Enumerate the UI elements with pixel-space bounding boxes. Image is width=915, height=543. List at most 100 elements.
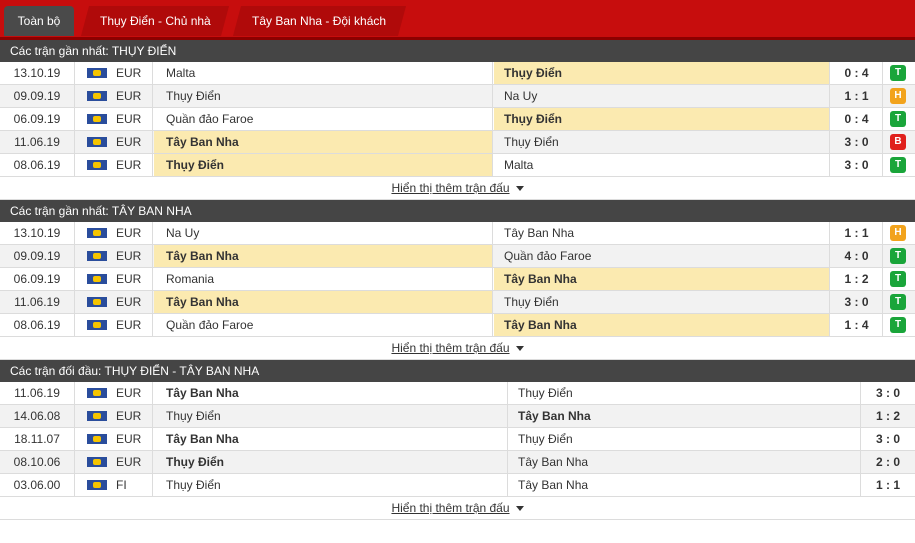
show-more-link[interactable]: Hiển thị thêm trận đấu [391, 181, 509, 195]
home-team[interactable]: Na Uy [154, 222, 493, 244]
match-score[interactable]: 4 : 0 [831, 245, 883, 267]
league-name: EUR [116, 226, 142, 240]
home-team[interactable]: Tây Ban Nha [154, 428, 508, 450]
match-score[interactable]: 1 : 4 [831, 314, 883, 336]
match-row[interactable]: 09.09.19 EUR Thụy Điển Na Uy 1 : 1 H [0, 85, 915, 108]
match-row[interactable]: 14.06.08 EUR Thụy Điển Tây Ban Nha 1 : 2 [0, 405, 915, 428]
away-team[interactable]: Thụy Điển [494, 62, 830, 84]
match-row[interactable]: 09.09.19 EUR Tây Ban Nha Quần đảo Faroe … [0, 245, 915, 268]
match-row[interactable]: 11.06.19 EUR Tây Ban Nha Thụy Điển 3 : 0… [0, 291, 915, 314]
result-badge: H [890, 88, 906, 104]
match-score[interactable]: 0 : 4 [831, 108, 883, 130]
match-row[interactable]: 08.10.06 EUR Thụy Điển Tây Ban Nha 2 : 0 [0, 451, 915, 474]
league-cell: EUR [75, 268, 153, 290]
match-date: 18.11.07 [0, 428, 75, 450]
result-cell: B [883, 131, 915, 153]
home-team[interactable]: Quần đảo Faroe [154, 108, 493, 130]
away-team[interactable]: Tây Ban Nha [494, 222, 830, 244]
away-team[interactable]: Quần đảo Faroe [494, 245, 830, 267]
home-team[interactable]: Thụy Điển [154, 405, 508, 427]
match-row[interactable]: 08.06.19 EUR Thụy Điển Malta 3 : 0 T [0, 154, 915, 177]
match-row[interactable]: 08.06.19 EUR Quần đảo Faroe Tây Ban Nha … [0, 314, 915, 337]
show-more-row: Hiển thị thêm trận đấu [0, 337, 915, 360]
match-date: 13.10.19 [0, 62, 75, 84]
match-score[interactable]: 2 : 0 [861, 451, 915, 473]
league-flag-icon [87, 457, 107, 467]
match-score[interactable]: 0 : 4 [831, 62, 883, 84]
league-name: EUR [116, 318, 142, 332]
away-team[interactable]: Thụy Điển [494, 108, 830, 130]
show-more-link[interactable]: Hiển thị thêm trận đấu [391, 501, 509, 515]
match-row[interactable]: 03.06.00 FI Thụy Điển Tây Ban Nha 1 : 1 [0, 474, 915, 497]
match-score[interactable]: 1 : 1 [831, 85, 883, 107]
match-score[interactable]: 3 : 0 [831, 291, 883, 313]
away-team[interactable]: Malta [494, 154, 830, 176]
result-cell: T [883, 108, 915, 130]
league-cell: EUR [75, 62, 153, 84]
show-more-link[interactable]: Hiển thị thêm trận đấu [391, 341, 509, 355]
away-team[interactable]: Tây Ban Nha [508, 474, 861, 496]
away-team[interactable]: Thụy Điển [508, 428, 861, 450]
result-badge: H [890, 225, 906, 241]
match-row[interactable]: 06.09.19 EUR Romania Tây Ban Nha 1 : 2 T [0, 268, 915, 291]
away-team[interactable]: Thụy Điển [494, 131, 830, 153]
league-cell: EUR [75, 131, 153, 153]
match-score[interactable]: 1 : 1 [831, 222, 883, 244]
tab-home-team-label: Thụy Điển - Chủ nhà [99, 14, 211, 28]
match-score[interactable]: 3 : 0 [861, 428, 915, 450]
home-team[interactable]: Tây Ban Nha [154, 291, 493, 313]
home-team[interactable]: Tây Ban Nha [154, 131, 493, 153]
match-date: 08.06.19 [0, 154, 75, 176]
match-row[interactable]: 11.06.19 EUR Tây Ban Nha Thụy Điển 3 : 0 [0, 382, 915, 405]
section-title: Các trận đối đầu: THỤY ĐIỂN - TÂY BAN NH… [0, 360, 915, 382]
result-cell: T [883, 314, 915, 336]
result-badge: T [890, 271, 906, 287]
home-team[interactable]: Romania [154, 268, 493, 290]
home-team[interactable]: Malta [154, 62, 493, 84]
league-name: EUR [116, 386, 142, 400]
result-cell: T [883, 62, 915, 84]
match-row[interactable]: 18.11.07 EUR Tây Ban Nha Thụy Điển 3 : 0 [0, 428, 915, 451]
home-team[interactable]: Thụy Điển [154, 451, 508, 473]
match-score[interactable]: 1 : 2 [861, 405, 915, 427]
tab-all[interactable]: Toàn bộ [4, 6, 74, 36]
tab-away-team-label: Tây Ban Nha - Đội khách [252, 14, 387, 28]
caret-down-icon[interactable] [515, 506, 524, 512]
tab-home-team[interactable]: Thụy Điển - Chủ nhà [80, 6, 230, 36]
home-team[interactable]: Tây Ban Nha [154, 382, 508, 404]
match-score[interactable]: 3 : 0 [831, 154, 883, 176]
away-team[interactable]: Thụy Điển [494, 291, 830, 313]
away-team[interactable]: Thụy Điển [508, 382, 861, 404]
home-team[interactable]: Tây Ban Nha [154, 245, 493, 267]
result-badge: T [890, 248, 906, 264]
home-team[interactable]: Thụy Điển [154, 474, 508, 496]
away-team[interactable]: Tây Ban Nha [494, 268, 830, 290]
match-date: 11.06.19 [0, 131, 75, 153]
result-badge: B [890, 134, 906, 150]
caret-down-icon[interactable] [515, 186, 524, 192]
home-team[interactable]: Thụy Điển [154, 85, 493, 107]
match-score[interactable]: 3 : 0 [831, 131, 883, 153]
league-flag-icon [87, 160, 107, 170]
match-score[interactable]: 1 : 1 [861, 474, 915, 496]
league-flag-icon [87, 320, 107, 330]
match-score[interactable]: 3 : 0 [861, 382, 915, 404]
match-date: 03.06.00 [0, 474, 75, 496]
away-team[interactable]: Tây Ban Nha [508, 451, 861, 473]
league-name: EUR [116, 135, 142, 149]
away-team[interactable]: Tây Ban Nha [494, 314, 830, 336]
match-row[interactable]: 13.10.19 EUR Na Uy Tây Ban Nha 1 : 1 H [0, 222, 915, 245]
match-date: 06.09.19 [0, 108, 75, 130]
tab-away-team[interactable]: Tây Ban Nha - Đội khách [232, 6, 407, 36]
match-date: 06.09.19 [0, 268, 75, 290]
match-score[interactable]: 1 : 2 [831, 268, 883, 290]
home-team[interactable]: Thụy Điển [154, 154, 493, 176]
league-cell: FI [75, 474, 153, 496]
home-team[interactable]: Quần đảo Faroe [154, 314, 493, 336]
match-row[interactable]: 06.09.19 EUR Quần đảo Faroe Thụy Điển 0 … [0, 108, 915, 131]
caret-down-icon[interactable] [515, 346, 524, 352]
away-team[interactable]: Tây Ban Nha [508, 405, 861, 427]
away-team[interactable]: Na Uy [494, 85, 830, 107]
match-row[interactable]: 13.10.19 EUR Malta Thụy Điển 0 : 4 T [0, 62, 915, 85]
match-row[interactable]: 11.06.19 EUR Tây Ban Nha Thụy Điển 3 : 0… [0, 131, 915, 154]
